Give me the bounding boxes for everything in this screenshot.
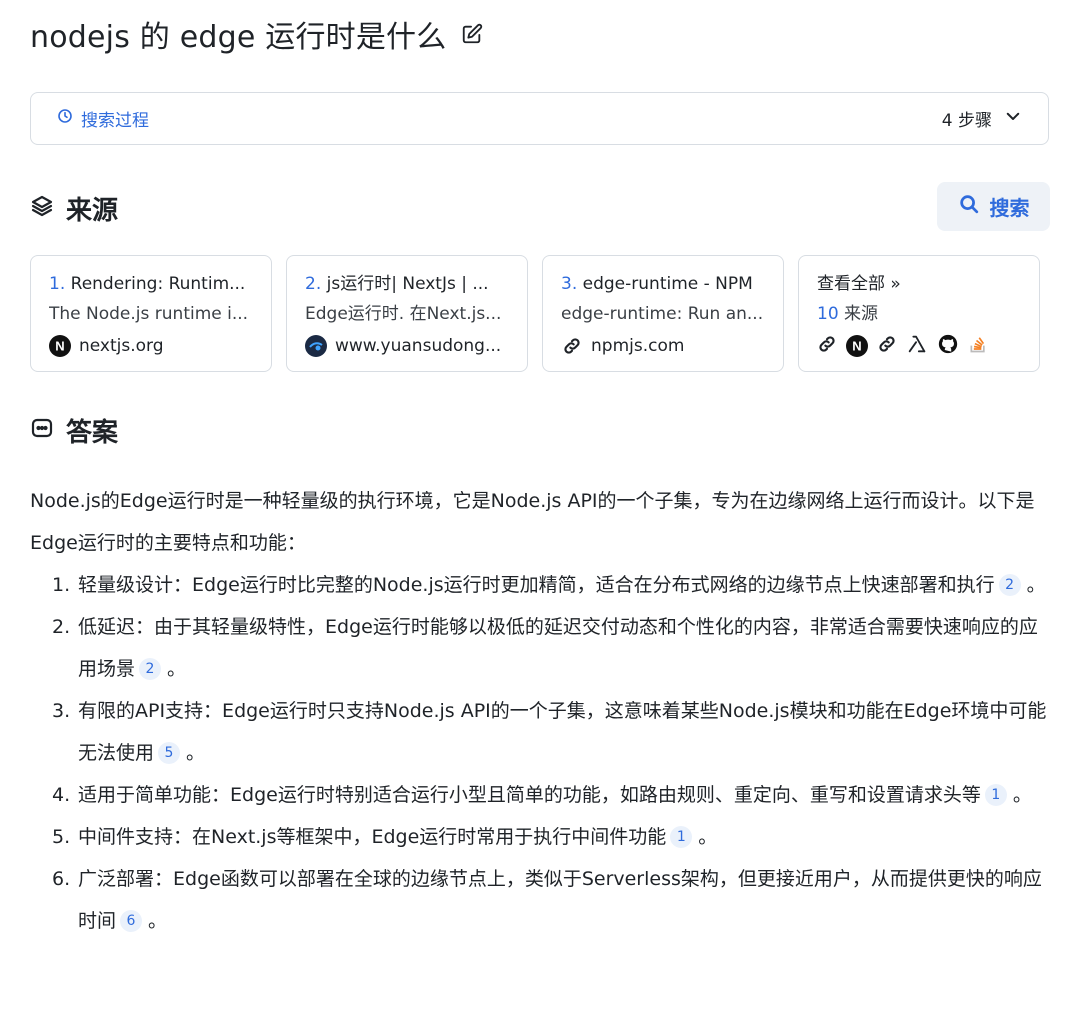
- source-index: 1.: [49, 274, 66, 294]
- view-all-sources-card[interactable]: 查看全部 » 10 来源 N: [798, 255, 1040, 372]
- svg-text:N: N: [852, 339, 861, 354]
- citation-badge[interactable]: 1: [984, 784, 1007, 806]
- source-card[interactable]: 1. Rendering: Runtim... The Node.js runt…: [30, 255, 272, 372]
- source-cards: 1. Rendering: Runtim... The Node.js runt…: [30, 255, 1040, 372]
- link-icon: [561, 335, 583, 357]
- source-site-line: npmjs.com: [561, 334, 765, 358]
- chat-bubble-icon: [30, 416, 54, 444]
- source-favicons: N: [817, 334, 1021, 358]
- source-site: npmjs.com: [591, 336, 685, 356]
- source-site-line: N nextjs.org: [49, 334, 253, 358]
- list-item-number: 4.: [52, 784, 71, 806]
- stackoverflow-icon: [968, 334, 988, 358]
- page-title: nodejs 的 edge 运行时是什么: [30, 20, 447, 55]
- sources-header: 来源: [30, 186, 118, 230]
- source-title: js运行时| NextJs | ...: [326, 274, 489, 294]
- github-icon: [937, 333, 959, 359]
- list-item-number: 2.: [52, 616, 71, 638]
- answer-intro: Node.js的Edge运行时是一种轻量级的执行环境，它是Node.js API…: [30, 490, 1035, 554]
- nextjs-logo-icon: N: [846, 335, 868, 357]
- list-item-end: 。: [1012, 784, 1032, 806]
- layers-icon: [30, 194, 54, 222]
- link-icon: [817, 334, 837, 358]
- source-card[interactable]: 2. js运行时| NextJs | ... Edge运行时. 在Next.js…: [286, 255, 528, 372]
- list-item-text: 适用于简单功能：Edge运行时特别适合运行小型且简单的功能，如路由规则、重定向、…: [78, 784, 981, 806]
- list-item-number: 6.: [52, 868, 71, 890]
- search-icon: [958, 193, 980, 220]
- source-title-line: 3. edge-runtime - NPM: [561, 272, 765, 296]
- search-process-label: 搜索过程: [81, 111, 149, 131]
- source-title-line: 1. Rendering: Runtim...: [49, 272, 253, 296]
- answer-heading: 答案: [66, 417, 119, 448]
- search-process-panel[interactable]: 搜索过程 4 步骤: [30, 92, 1049, 145]
- svg-text:N: N: [55, 339, 64, 354]
- search-process-toggle[interactable]: 4 步骤: [942, 106, 1022, 131]
- source-site: www.yuansudong...: [335, 336, 502, 356]
- site-favicon-icon: [305, 335, 327, 357]
- citation-badge[interactable]: 2: [139, 658, 162, 680]
- search-process-steps: 4 步骤: [941, 111, 992, 131]
- list-item-end: 。: [167, 658, 187, 680]
- citation-badge[interactable]: 5: [158, 742, 181, 764]
- search-button-label: 搜索: [989, 196, 1030, 220]
- source-card[interactable]: 3. edge-runtime - NPM edge-runtime: Run …: [542, 255, 784, 372]
- source-title: edge-runtime - NPM: [582, 274, 753, 294]
- source-snippet: edge-runtime: Run an...: [561, 304, 764, 324]
- list-item-text: 有限的API支持：Edge运行时只支持Node.js API的一个子集，这意味着…: [78, 700, 1047, 764]
- citation-badge[interactable]: 1: [670, 826, 693, 848]
- source-title-line: 2. js运行时| NextJs | ...: [305, 272, 509, 296]
- link-icon: [877, 334, 897, 358]
- source-index: 3.: [561, 274, 578, 294]
- view-all-count-line: 10 来源: [817, 302, 1021, 326]
- list-item-end: 。: [186, 742, 206, 764]
- list-item-end: 。: [1026, 574, 1046, 596]
- title-row: nodejs 的 edge 运行时是什么: [30, 14, 484, 55]
- list-item: 2. 低延迟：由于其轻量级特性，Edge运行时能够以极低的延迟交付动态和个性化的内…: [30, 606, 1055, 690]
- list-item-text: 中间件支持：在Next.js等框架中，Edge运行时常用于执行中间件功能: [78, 826, 667, 848]
- chevron-down-icon: [1004, 107, 1022, 130]
- list-item: 6. 广泛部署：Edge函数可以部署在全球的边缘节点上，类似于Serverless…: [30, 858, 1055, 942]
- view-all-label: 查看全部 »: [817, 274, 901, 294]
- clock-icon: [57, 108, 73, 129]
- list-item-text: 低延迟：由于其轻量级特性，Edge运行时能够以极低的延迟交付动态和个性化的内容，…: [78, 616, 1038, 680]
- search-button[interactable]: 搜索: [937, 182, 1050, 231]
- nextjs-logo-icon: N: [49, 335, 71, 357]
- list-item: 3. 有限的API支持：Edge运行时只支持Node.js API的一个子集，这意…: [30, 690, 1055, 774]
- source-snippet: Edge运行时. 在Next.js...: [305, 304, 502, 324]
- list-item-text: 轻量级设计：Edge运行时比完整的Node.js运行时更加精简，适合在分布式网络…: [78, 574, 995, 596]
- list-item-number: 5.: [52, 826, 71, 848]
- source-count-label: 来源: [844, 304, 879, 324]
- list-item: 5. 中间件支持：在Next.js等框架中，Edge运行时常用于执行中间件功能 1。: [30, 816, 1055, 858]
- citation-badge[interactable]: 2: [998, 574, 1021, 596]
- source-site-line: www.yuansudong...: [305, 334, 509, 358]
- answer-list: 1. 轻量级设计：Edge运行时比完整的Node.js运行时更加精简，适合在分布式…: [30, 564, 1055, 942]
- list-item: 4. 适用于简单功能：Edge运行时特别适合运行小型且简单的功能，如路由规则、重定…: [30, 774, 1055, 816]
- source-snippet: The Node.js runtime i...: [49, 304, 249, 324]
- citation-badge[interactable]: 6: [120, 910, 143, 932]
- sources-heading: 来源: [66, 195, 119, 226]
- search-process-label-group: 搜索过程: [57, 106, 149, 131]
- list-item-end: 。: [148, 910, 168, 932]
- edit-icon[interactable]: [460, 22, 484, 46]
- list-item-number: 3.: [52, 700, 71, 722]
- list-item-end: 。: [698, 826, 718, 848]
- answer-body: Node.js的Edge运行时是一种轻量级的执行环境，它是Node.js API…: [30, 480, 1055, 942]
- source-site: nextjs.org: [79, 336, 164, 356]
- lambda-logo-icon: [906, 333, 928, 359]
- list-item: 1. 轻量级设计：Edge运行时比完整的Node.js运行时更加精简，适合在分布式…: [30, 564, 1055, 606]
- source-title: Rendering: Runtim...: [70, 274, 246, 294]
- list-item-number: 1.: [52, 574, 71, 596]
- answer-header: 答案: [30, 410, 118, 450]
- list-item-text: 广泛部署：Edge函数可以部署在全球的边缘节点上，类似于Serverless架构…: [78, 868, 1042, 932]
- source-count: 10: [817, 304, 839, 324]
- source-index: 2.: [305, 274, 322, 294]
